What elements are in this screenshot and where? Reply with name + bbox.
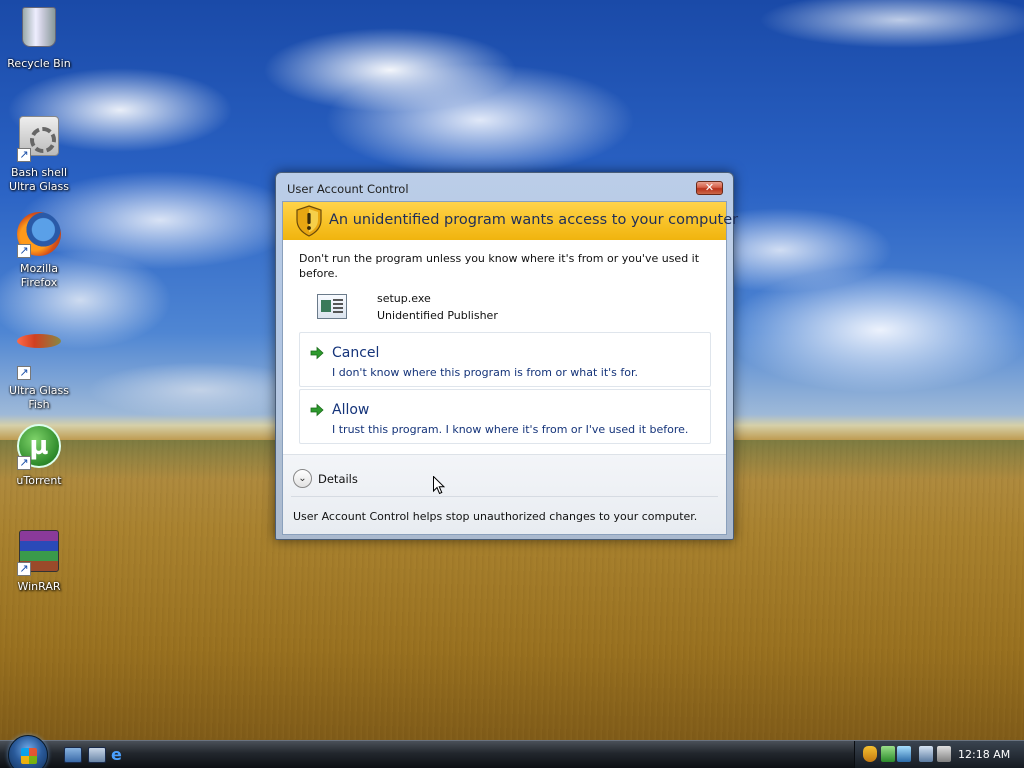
- switch-windows-icon[interactable]: [88, 747, 106, 763]
- warning-shield-icon: [296, 205, 322, 237]
- desktop-icon-label: WinRAR: [17, 580, 61, 593]
- desktop-icon-firefox[interactable]: ↗ Mozilla Firefox: [1, 210, 77, 290]
- allow-option-title: Allow: [332, 402, 370, 418]
- network-icon[interactable]: [881, 746, 895, 762]
- chevron-down-icon[interactable]: ⌄: [293, 469, 312, 488]
- winrar-icon: ↗: [15, 530, 63, 578]
- green-arrow-icon: [310, 346, 324, 360]
- desktop-icon-label: Ultra Glass Fish: [9, 384, 69, 411]
- shortcut-arrow-icon: ↗: [17, 456, 31, 470]
- desktop-icon-label: Mozilla Firefox: [20, 262, 58, 289]
- close-button[interactable]: ✕: [696, 181, 723, 195]
- banner-heading: An unidentified program wants access to …: [329, 212, 739, 228]
- shortcut-arrow-icon: ↗: [17, 562, 31, 576]
- uac-dialog: User Account Control ✕ An unidentified p…: [275, 172, 738, 540]
- cancel-option-title: Cancel: [332, 345, 380, 361]
- shortcut-arrow-icon: ↗: [17, 366, 31, 380]
- warning-message: Don't run the program unless you know wh…: [299, 252, 700, 280]
- details-section: ⌄ Details User Account Control helps sto…: [283, 454, 726, 534]
- warning-banner: An unidentified program wants access to …: [283, 202, 738, 240]
- dialog-title: User Account Control: [287, 182, 409, 196]
- allow-option-description: I trust this program. I know where it's …: [332, 423, 689, 436]
- volume-muted-icon[interactable]: [937, 746, 951, 762]
- cancel-option-description: I don't know where this program is from …: [332, 366, 639, 379]
- clock[interactable]: 12:18 AM: [958, 748, 1010, 761]
- desktop-icon-label: Bash shell Ultra Glass: [9, 166, 69, 193]
- desktop-icon-label: Recycle Bin: [7, 57, 71, 70]
- green-arrow-icon: [310, 403, 324, 417]
- monitor-icon[interactable]: [919, 746, 933, 762]
- mouse-cursor-icon: [433, 476, 445, 495]
- program-file-icon: [317, 294, 347, 319]
- security-shield-icon[interactable]: [863, 746, 877, 762]
- fish-icon: ↗: [15, 334, 63, 382]
- dialog-titlebar[interactable]: User Account Control ✕: [276, 173, 733, 199]
- uac-footer-text: User Account Control helps stop unauthor…: [293, 510, 698, 523]
- cancel-option-button[interactable]: Cancel I don't know where this program i…: [299, 332, 711, 387]
- desktop-icon-winrar[interactable]: ↗ WinRAR: [1, 527, 77, 594]
- shortcut-arrow-icon: ↗: [17, 148, 31, 162]
- details-toggle[interactable]: Details: [318, 472, 358, 486]
- windows-defender-icon[interactable]: [897, 746, 911, 762]
- utorrent-icon: µ ↗: [15, 424, 63, 472]
- recycle-bin-icon: [15, 7, 63, 55]
- internet-explorer-icon[interactable]: e: [111, 747, 129, 763]
- taskbar: e 12:18 AM: [0, 735, 1024, 768]
- dialog-body: An unidentified program wants access to …: [282, 201, 738, 535]
- shortcut-arrow-icon: ↗: [17, 244, 31, 258]
- desktop-icon-recycle-bin[interactable]: Recycle Bin: [1, 5, 77, 71]
- allow-option-button[interactable]: Allow I trust this program. I know where…: [299, 389, 711, 444]
- desktop-icon-utorrent[interactable]: µ ↗ uTorrent: [1, 422, 77, 488]
- show-desktop-icon[interactable]: [64, 747, 82, 763]
- program-file-name: setup.exe: [377, 292, 431, 305]
- settings-gear-icon: ↗: [15, 116, 63, 164]
- system-tray: 12:18 AM: [854, 741, 1024, 768]
- desktop-icon-bash-shell[interactable]: ↗ Bash shell Ultra Glass: [1, 112, 77, 194]
- firefox-icon: ↗: [15, 212, 63, 260]
- desktop-icon-label: uTorrent: [16, 474, 62, 487]
- desktop-icon-fish[interactable]: ↗ Ultra Glass Fish: [1, 316, 77, 412]
- divider: [291, 496, 718, 497]
- start-button[interactable]: [8, 735, 48, 768]
- program-publisher: Unidentified Publisher: [377, 309, 498, 322]
